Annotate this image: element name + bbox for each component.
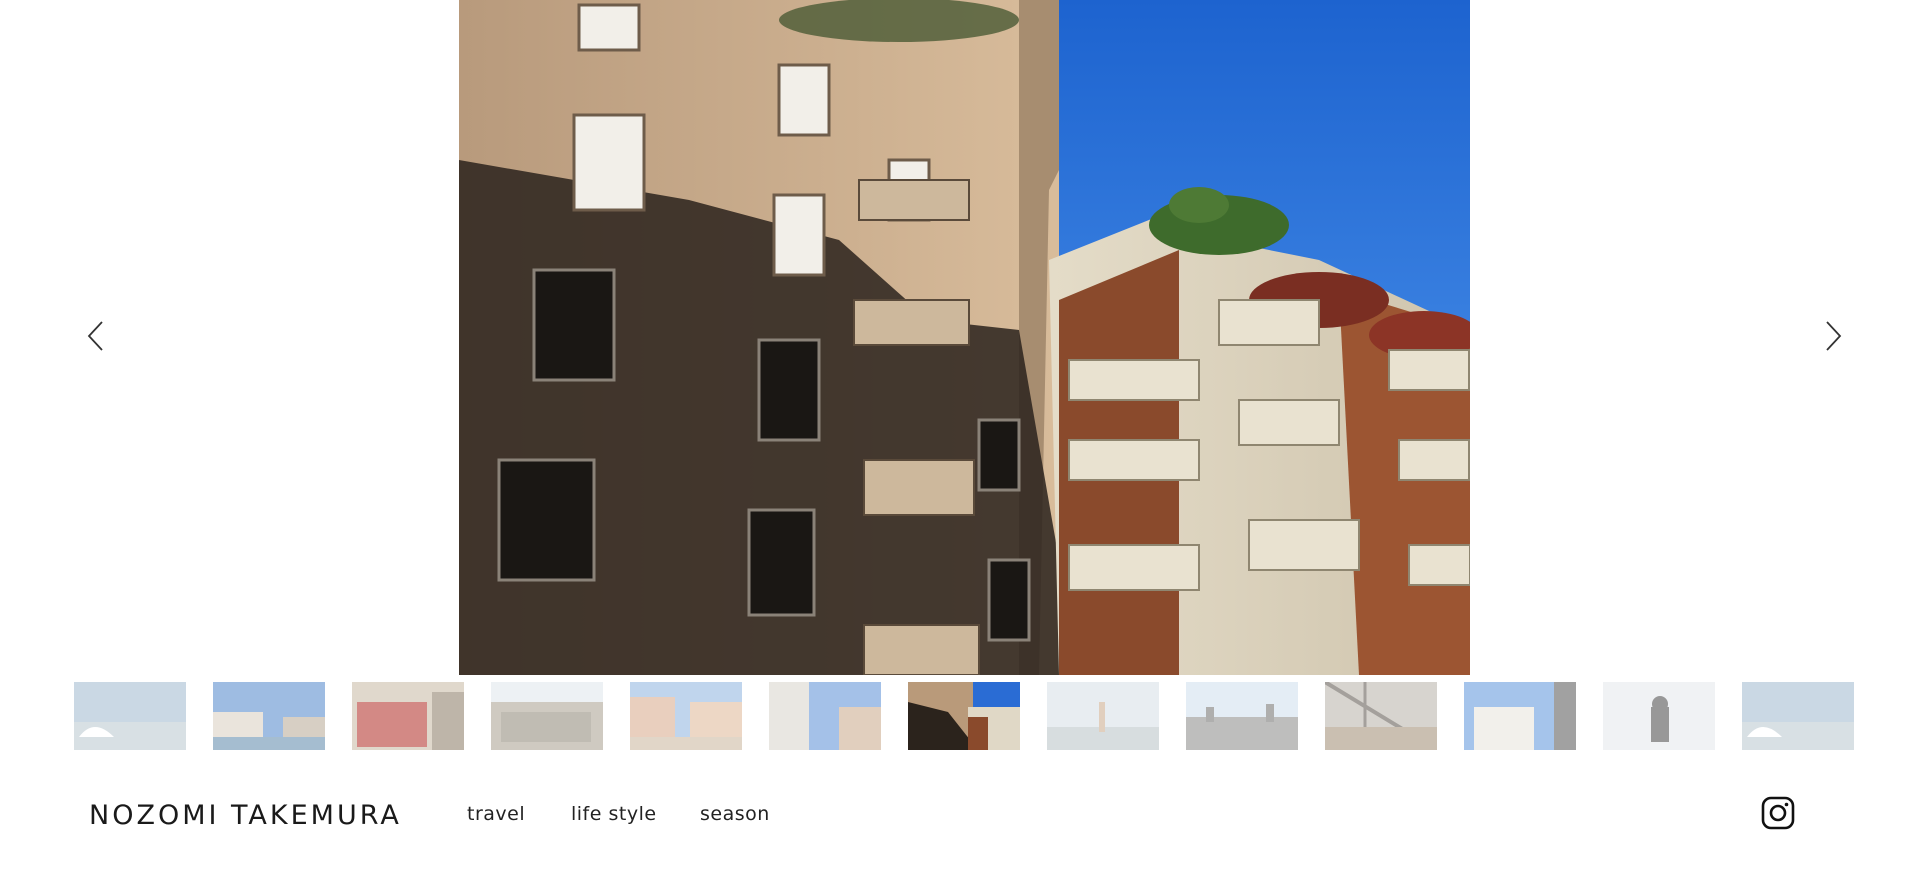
prev-arrow-button[interactable]	[76, 316, 116, 356]
nav-link-travel[interactable]: travel	[467, 803, 525, 825]
nav-link-life-style[interactable]: life style	[571, 803, 657, 825]
thumbnail[interactable]	[1186, 682, 1298, 750]
thumbnail[interactable]	[1464, 682, 1576, 750]
gallery-page: NOZOMI TAKEMURA travel life style season	[0, 0, 1920, 877]
thumbnail[interactable]	[630, 682, 742, 750]
thumbnail-active[interactable]	[908, 682, 1020, 750]
main-photo	[459, 0, 1470, 675]
nav-link-season[interactable]: season	[700, 803, 770, 825]
chevron-right-icon	[1826, 321, 1842, 351]
thumbnail[interactable]	[769, 682, 881, 750]
thumbnail[interactable]	[491, 682, 603, 750]
instagram-icon	[1761, 796, 1795, 830]
thumbnail[interactable]	[213, 682, 325, 750]
site-brand[interactable]: NOZOMI TAKEMURA	[89, 800, 402, 831]
thumbnail-strip	[74, 682, 1856, 750]
thumbnail[interactable]	[1047, 682, 1159, 750]
thumbnail[interactable]	[1325, 682, 1437, 750]
thumbnail[interactable]	[1603, 682, 1715, 750]
instagram-link[interactable]	[1761, 796, 1795, 830]
next-arrow-button[interactable]	[1813, 316, 1853, 356]
chevron-left-icon	[87, 321, 103, 351]
thumbnail[interactable]	[74, 682, 186, 750]
thumbnail[interactable]	[1742, 682, 1854, 750]
thumbnail[interactable]	[352, 682, 464, 750]
